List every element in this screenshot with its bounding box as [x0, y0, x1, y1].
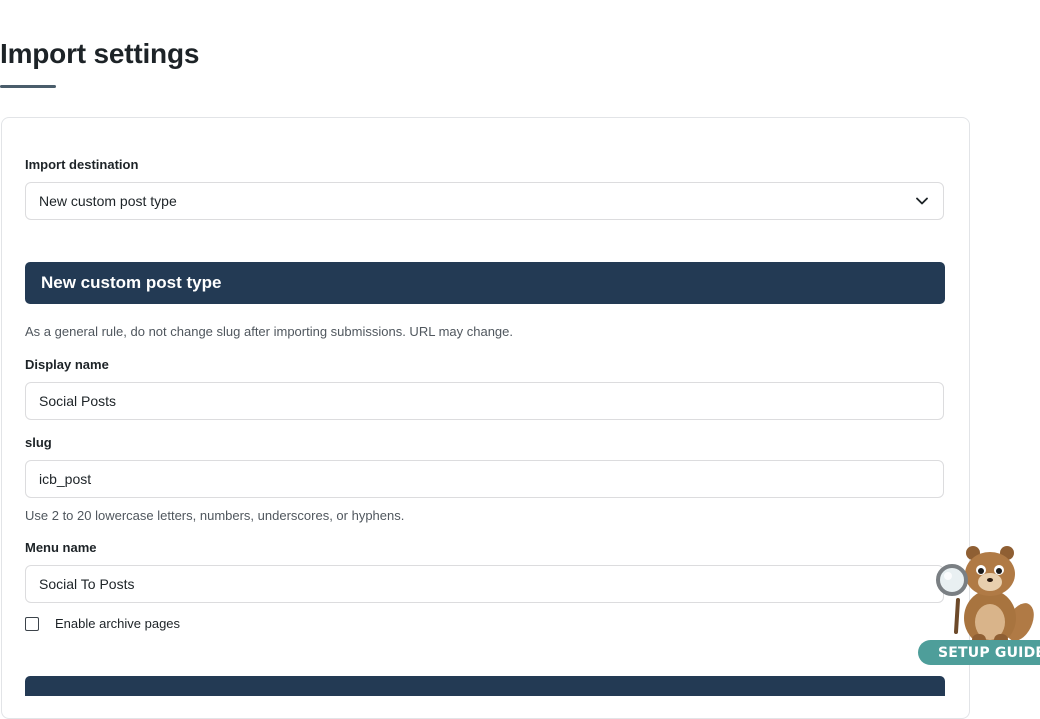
import-destination-select[interactable]: New custom post type: [25, 182, 944, 220]
display-name-input[interactable]: Social Posts: [25, 382, 944, 420]
menu-name-value: Social To Posts: [39, 576, 135, 592]
setup-guide-button[interactable]: SETUP GUIDE M: [918, 640, 1040, 665]
section-header: New custom post type: [25, 262, 945, 304]
archive-row: Enable archive pages: [25, 616, 180, 631]
chevron-down-icon: [916, 194, 930, 208]
setup-guide-label: SETUP GUIDE M: [938, 644, 1040, 661]
next-section-header: [25, 676, 945, 696]
archive-checkbox[interactable]: [25, 616, 39, 631]
slug-warning-note: As a general rule, do not change slug af…: [25, 324, 514, 339]
slug-help-text: Use 2 to 20 lowercase letters, numbers, …: [25, 508, 405, 523]
title-underline: [0, 85, 56, 88]
display-name-value: Social Posts: [39, 393, 117, 409]
menu-name-input[interactable]: Social To Posts: [25, 565, 944, 603]
slug-value: icb_post: [39, 471, 92, 487]
mascot-icon[interactable]: [928, 540, 1040, 650]
page-title: Import settings: [0, 38, 200, 69]
slug-label: slug: [25, 435, 52, 450]
display-name-label: Display name: [25, 357, 109, 372]
slug-input[interactable]: icb_post: [25, 460, 944, 498]
import-destination-value: New custom post type: [39, 193, 177, 209]
import-destination-label: Import destination: [25, 157, 139, 172]
archive-label: Enable archive pages: [55, 616, 181, 631]
menu-name-label: Menu name: [25, 540, 97, 555]
section-title: New custom post type: [41, 273, 222, 292]
